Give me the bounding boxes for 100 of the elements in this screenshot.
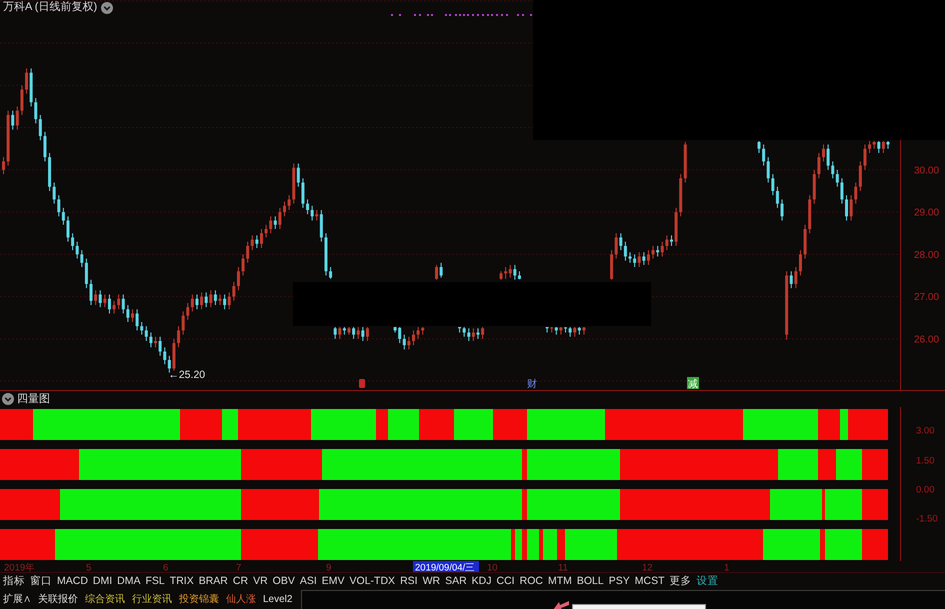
candlestick xyxy=(568,326,572,338)
indicator-tab[interactable]: KDJ xyxy=(472,575,492,588)
axis-label: 3.00 xyxy=(916,426,934,436)
candlestick xyxy=(758,140,761,154)
candlestick xyxy=(776,186,779,208)
indicator-tab[interactable]: 更多 xyxy=(670,575,692,588)
circle-chevron-icon[interactable] xyxy=(2,393,14,405)
candlestick xyxy=(144,326,148,342)
candlestick xyxy=(573,326,576,338)
info-tab[interactable]: 仙人涨 xyxy=(226,593,256,606)
info-tab[interactable]: 扩展∧ xyxy=(3,593,31,606)
axis-label: 0.00 xyxy=(916,484,934,496)
candlestick xyxy=(84,258,88,289)
candlestick xyxy=(320,210,323,242)
candlestick xyxy=(877,140,880,154)
candlestick xyxy=(656,245,660,257)
price-tick-label: 30.00 xyxy=(914,165,940,176)
candlestick xyxy=(250,234,254,251)
candlestick xyxy=(236,266,240,291)
candlestick xyxy=(472,328,475,342)
candlestick xyxy=(296,163,300,188)
candlestick xyxy=(646,250,650,266)
indicator-tab[interactable]: EMV xyxy=(322,575,345,588)
candlestick xyxy=(402,334,406,350)
candlestick xyxy=(283,201,286,217)
candlestick xyxy=(38,114,42,141)
indicator-tab[interactable]: 指标 xyxy=(3,575,25,588)
indicator-tab[interactable]: ROC xyxy=(520,575,543,588)
candlestick xyxy=(260,228,263,249)
candlestick xyxy=(407,336,410,350)
candlestick xyxy=(638,252,641,268)
indicator-tab[interactable]: MACD xyxy=(57,575,88,588)
indicator-tab[interactable]: BOLL xyxy=(576,575,604,588)
candlestick xyxy=(200,292,204,310)
candlestick xyxy=(504,266,508,280)
candlestick xyxy=(826,144,830,170)
candlestick xyxy=(103,294,106,308)
candlestick xyxy=(278,207,282,230)
info-tab[interactable]: 关联报价 xyxy=(38,593,78,606)
marker-icon[interactable] xyxy=(359,379,365,388)
indicator-tab[interactable]: VR xyxy=(253,575,268,588)
indicator-tab[interactable]: TRIX xyxy=(170,575,194,588)
indicator-tab[interactable]: WR xyxy=(422,575,440,588)
indicator-tab[interactable]: DMA xyxy=(117,575,141,588)
candlestick xyxy=(195,294,198,310)
candlestick xyxy=(149,332,152,348)
candlestick xyxy=(858,160,862,192)
candlestick xyxy=(652,245,655,260)
candlestick xyxy=(481,326,484,340)
date-label: 7 xyxy=(236,562,242,572)
indicator-tab[interactable]: FSL xyxy=(146,575,165,588)
candlestick xyxy=(190,294,194,312)
candlestick xyxy=(90,279,93,306)
indicator-tab[interactable]: 窗口 xyxy=(30,575,52,588)
candlestick xyxy=(126,304,130,322)
candlestick xyxy=(766,156,770,184)
indicator-tab[interactable]: MTM xyxy=(548,575,572,588)
indicator-segment xyxy=(454,409,493,440)
candlestick xyxy=(624,241,627,262)
indicator-tab[interactable]: RSI xyxy=(400,575,418,588)
indicator-segment xyxy=(419,409,454,440)
info-tab[interactable]: 综合资讯 xyxy=(85,593,125,606)
axis-label: -1.50 xyxy=(916,514,938,524)
candlestick xyxy=(66,216,70,242)
indicator-tab[interactable]: DMI xyxy=(92,575,112,588)
indicator-tab[interactable]: 设置 xyxy=(696,575,718,588)
candlestick xyxy=(71,232,74,251)
circle-chevron-icon[interactable] xyxy=(101,2,114,14)
candlestick xyxy=(315,210,318,222)
info-tab[interactable]: 行业资讯 xyxy=(132,593,172,606)
low-price-label: ←25.20 xyxy=(168,369,206,382)
candlestick xyxy=(822,144,826,162)
candlestick xyxy=(264,224,268,238)
info-tab[interactable]: Level2 xyxy=(263,593,292,606)
indicator-tab[interactable]: VOL-TDX xyxy=(350,575,396,588)
indicator-tab[interactable]: OBV xyxy=(272,575,295,588)
chart-title: 万科A (日线前复权) xyxy=(3,1,98,14)
indicator-tab[interactable]: CR xyxy=(232,575,248,588)
candlestick xyxy=(665,234,668,251)
candlestick xyxy=(467,328,470,342)
arrow-icon xyxy=(553,601,570,609)
candlestick xyxy=(232,281,236,302)
indicator-tab[interactable]: ASI xyxy=(300,575,317,588)
candlestick xyxy=(840,178,844,204)
indicator-tab[interactable]: CCI xyxy=(496,575,515,588)
indicator-tab[interactable]: PSY xyxy=(608,575,630,588)
indicator-tab[interactable]: SAR xyxy=(445,575,467,588)
candlestick xyxy=(242,254,245,276)
panel-title: 四量图 xyxy=(17,392,50,406)
candlestick xyxy=(476,328,480,340)
indicator-tab[interactable]: MCST xyxy=(634,575,664,588)
candlestick xyxy=(306,198,310,215)
info-tab[interactable]: 投资锦囊 xyxy=(179,593,219,606)
cursor-date-label: 2019/09/04/三 xyxy=(413,561,479,572)
event-marker[interactable]: 财 xyxy=(527,379,537,390)
candlestick xyxy=(854,182,858,204)
candlestick xyxy=(43,131,46,162)
candlestick xyxy=(269,216,272,234)
indicator-tab[interactable]: BRAR xyxy=(198,575,228,588)
candlestick xyxy=(868,140,872,154)
